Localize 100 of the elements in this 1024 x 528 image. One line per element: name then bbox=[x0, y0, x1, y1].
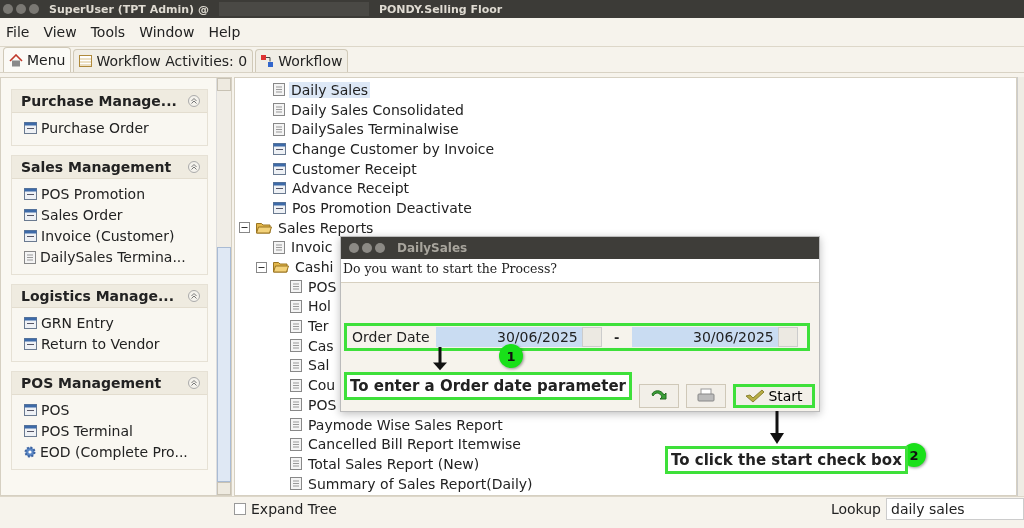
minimize-icon[interactable] bbox=[362, 243, 372, 253]
folder-icon bbox=[273, 261, 289, 274]
document-icon bbox=[290, 457, 302, 471]
document-icon bbox=[273, 103, 285, 117]
down-arrow bbox=[432, 347, 448, 371]
collapse-icon[interactable] bbox=[188, 377, 200, 389]
menu-entry[interactable]: GRN Entry bbox=[41, 315, 114, 331]
list-icon bbox=[79, 55, 93, 67]
section-title: POS Management bbox=[21, 375, 162, 391]
tree-item[interactable]: Cas bbox=[306, 337, 336, 354]
tab[interactable]: Workflow bbox=[255, 49, 349, 72]
callout-text: To click the start check box bbox=[665, 446, 908, 474]
document-icon bbox=[290, 299, 302, 313]
tree-item[interactable]: Summary of Sales Report(Daily) bbox=[306, 475, 535, 492]
tree-item[interactable]: Ter bbox=[306, 318, 331, 335]
tab[interactable]: Workflow Activities: 0 bbox=[73, 49, 254, 72]
menu-item[interactable]: Window bbox=[139, 24, 195, 40]
checkbox-label[interactable]: Expand Tree bbox=[251, 500, 337, 517]
expand-toggle-icon[interactable] bbox=[256, 261, 267, 273]
field-label: Order Date bbox=[352, 329, 430, 345]
collapse-icon[interactable] bbox=[188, 290, 200, 302]
tree-item[interactable]: Cou bbox=[306, 377, 338, 394]
flow-icon bbox=[261, 54, 275, 68]
home-icon bbox=[9, 53, 23, 67]
menu-item[interactable]: View bbox=[43, 24, 77, 40]
dialog-question: Do you want to start the Process? bbox=[341, 259, 819, 283]
tree-item[interactable]: Pos Promotion Deactivate bbox=[290, 199, 474, 216]
close-icon[interactable] bbox=[349, 243, 359, 253]
window-icon bbox=[273, 162, 286, 175]
window-icon bbox=[24, 209, 37, 221]
date-field[interactable]: 30/06/2025 bbox=[435, 327, 582, 347]
menu-entry[interactable]: EOD (Complete Pro... bbox=[40, 444, 188, 460]
menu-entry[interactable]: POS Terminal bbox=[41, 423, 133, 439]
refresh-button[interactable] bbox=[639, 384, 679, 408]
menu-item[interactable]: Help bbox=[208, 24, 241, 40]
collapse-icon[interactable] bbox=[188, 161, 200, 173]
menu-entry[interactable]: Return to Vendor bbox=[41, 336, 160, 352]
tree-item[interactable]: Daily Sales bbox=[289, 81, 371, 98]
tree-item[interactable]: Daily Sales Consolidated bbox=[289, 101, 466, 118]
window-icon bbox=[273, 182, 286, 195]
section-title: Sales Management bbox=[21, 159, 172, 175]
tree-item[interactable]: POS bbox=[306, 278, 339, 295]
expand-toggle-icon[interactable] bbox=[239, 222, 250, 234]
tree-item[interactable]: Advance Receipt bbox=[290, 180, 411, 197]
menu-entry[interactable]: Purchase Order bbox=[41, 120, 149, 136]
window-icon bbox=[24, 404, 37, 416]
tree-item[interactable]: Customer Receipt bbox=[290, 160, 419, 177]
minimize-icon[interactable] bbox=[16, 4, 26, 14]
document-icon bbox=[273, 83, 285, 97]
scrollbar[interactable] bbox=[1017, 77, 1024, 496]
menu-item[interactable]: Tools bbox=[90, 24, 126, 40]
window-icon bbox=[24, 317, 37, 329]
close-icon[interactable] bbox=[3, 4, 13, 14]
tree-item[interactable]: POS bbox=[306, 396, 339, 413]
tree-item[interactable]: Hol bbox=[306, 298, 333, 315]
collapse-icon[interactable] bbox=[188, 95, 200, 107]
window-icon bbox=[24, 338, 37, 350]
checkbox[interactable] bbox=[234, 502, 246, 515]
window-icon bbox=[273, 142, 286, 155]
maximize-icon[interactable] bbox=[375, 243, 385, 253]
date-field[interactable]: 30/06/2025 bbox=[631, 327, 778, 347]
tree-item[interactable]: Sal bbox=[306, 357, 332, 374]
gear-icon bbox=[24, 446, 36, 458]
tree-item[interactable]: Change Customer by Invoice bbox=[290, 140, 497, 157]
range-separator: - bbox=[613, 329, 621, 345]
menu-item[interactable]: File bbox=[6, 24, 30, 40]
tree-item[interactable]: Cancelled Bill Report Itemwise bbox=[306, 436, 523, 453]
tree-item[interactable]: Sales Reports bbox=[276, 219, 376, 236]
menu-entry[interactable]: POS bbox=[41, 402, 70, 418]
window-icon bbox=[24, 425, 37, 437]
document-icon bbox=[290, 358, 302, 372]
lookup-field[interactable]: daily sales bbox=[886, 497, 1024, 520]
folder-icon bbox=[256, 221, 272, 234]
menu-entry[interactable]: DailySales Termina... bbox=[40, 249, 186, 265]
document-icon bbox=[290, 437, 302, 451]
window-icon bbox=[24, 230, 37, 242]
document-icon bbox=[290, 339, 302, 353]
tree-item[interactable]: DailySales Terminalwise bbox=[289, 121, 461, 138]
lookup-label: Lookup bbox=[830, 500, 881, 517]
tab[interactable]: Menu bbox=[3, 47, 72, 72]
start-button[interactable]: Start bbox=[733, 384, 815, 408]
document-icon bbox=[290, 398, 302, 412]
tree-item[interactable]: Paymode Wise Sales Report bbox=[306, 416, 505, 433]
window-subtitle: PONDY.Selling Floor bbox=[378, 2, 503, 16]
menu-entry[interactable]: POS Promotion bbox=[41, 186, 146, 202]
menu-entry[interactable]: Sales Order bbox=[41, 207, 123, 223]
printer-icon bbox=[696, 388, 716, 404]
maximize-icon[interactable] bbox=[29, 4, 39, 14]
window-title: SuperUser (TPT Admin) @ bbox=[49, 2, 209, 16]
tree-item[interactable]: Invoic bbox=[289, 239, 335, 256]
window-icon bbox=[24, 188, 37, 200]
tree-item[interactable]: Cashi bbox=[293, 259, 336, 276]
document-icon bbox=[24, 250, 36, 264]
menu-entry[interactable]: Invoice (Customer) bbox=[41, 228, 175, 244]
document-icon bbox=[290, 319, 302, 333]
print-button[interactable] bbox=[686, 384, 726, 408]
scroll-thumb[interactable] bbox=[217, 247, 231, 482]
scrollbar[interactable] bbox=[216, 78, 231, 495]
tree-item[interactable]: Total Sales Report (New) bbox=[306, 455, 482, 472]
section-title: Logistics Manage... bbox=[21, 288, 174, 304]
